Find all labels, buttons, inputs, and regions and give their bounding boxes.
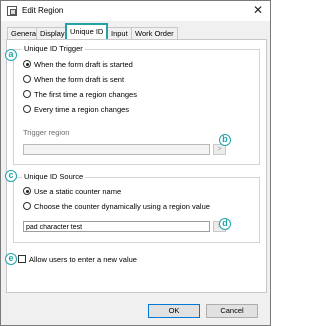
marker-c: c (5, 170, 17, 182)
trigger-region-field (23, 144, 210, 155)
radio-label: When the form draft is started (34, 60, 133, 69)
trigger-group-title: Unique ID Trigger (22, 44, 85, 53)
cancel-button[interactable]: Cancel (206, 304, 258, 318)
marker-a: a (5, 49, 17, 61)
counter-name-input[interactable] (24, 223, 209, 232)
trigger-option-draft-started[interactable]: When the form draft is started (23, 60, 133, 71)
radio-button[interactable] (23, 187, 31, 195)
tab-work-order[interactable]: Work Order (131, 27, 178, 39)
radio-label: When the form draft is sent (34, 75, 125, 84)
radio-label: Use a static counter name (34, 187, 122, 196)
window-title: Edit Region (22, 6, 64, 15)
counter-name-field[interactable] (23, 221, 210, 232)
radio-button[interactable] (23, 105, 31, 113)
radio-button[interactable] (23, 202, 31, 210)
radio-button[interactable] (23, 75, 31, 83)
marker-b: b (219, 134, 231, 146)
radio-button[interactable] (23, 90, 31, 98)
trigger-option-first-change[interactable]: The first time a region changes (23, 90, 137, 101)
marker-d: d (219, 218, 231, 230)
ok-button[interactable]: OK (148, 304, 200, 318)
tab-input[interactable]: Input (107, 27, 132, 39)
radio-label: Every time a region changes (34, 105, 130, 114)
tab-display[interactable]: Display (36, 27, 69, 39)
tab-panel-unique-id: Unique ID Trigger When the form draft is… (6, 39, 267, 293)
trigger-region-label: Trigger region (23, 128, 70, 137)
title-bar: Edit Region ✕ (1, 1, 270, 21)
source-option-static[interactable]: Use a static counter name (23, 187, 121, 198)
marker-e: e (5, 253, 17, 265)
trigger-region-input (24, 146, 209, 155)
edit-region-dialog: Edit Region ✕ General Display Unique ID … (0, 0, 271, 326)
source-group-title: Unique ID Source (22, 172, 86, 181)
close-icon[interactable]: ✕ (253, 3, 263, 17)
radio-button[interactable] (23, 60, 31, 68)
allow-new-value-checkbox[interactable] (18, 255, 26, 263)
trigger-option-every-change[interactable]: Every time a region changes (23, 105, 129, 116)
app-icon (7, 6, 17, 16)
radio-label: The first time a region changes (34, 90, 137, 99)
trigger-option-draft-sent[interactable]: When the form draft is sent (23, 75, 124, 86)
source-option-dynamic[interactable]: Choose the counter dynamically using a r… (23, 202, 210, 213)
tab-unique-id[interactable]: Unique ID (65, 23, 109, 39)
radio-label: Choose the counter dynamically using a r… (34, 202, 210, 211)
source-groupbox: Unique ID Source Use a static counter na… (13, 172, 260, 243)
allow-new-value-label: Allow users to enter a new value (29, 255, 137, 264)
allow-new-value-option[interactable]: Allow users to enter a new value (18, 255, 137, 266)
trigger-groupbox: Unique ID Trigger When the form draft is… (13, 44, 260, 165)
